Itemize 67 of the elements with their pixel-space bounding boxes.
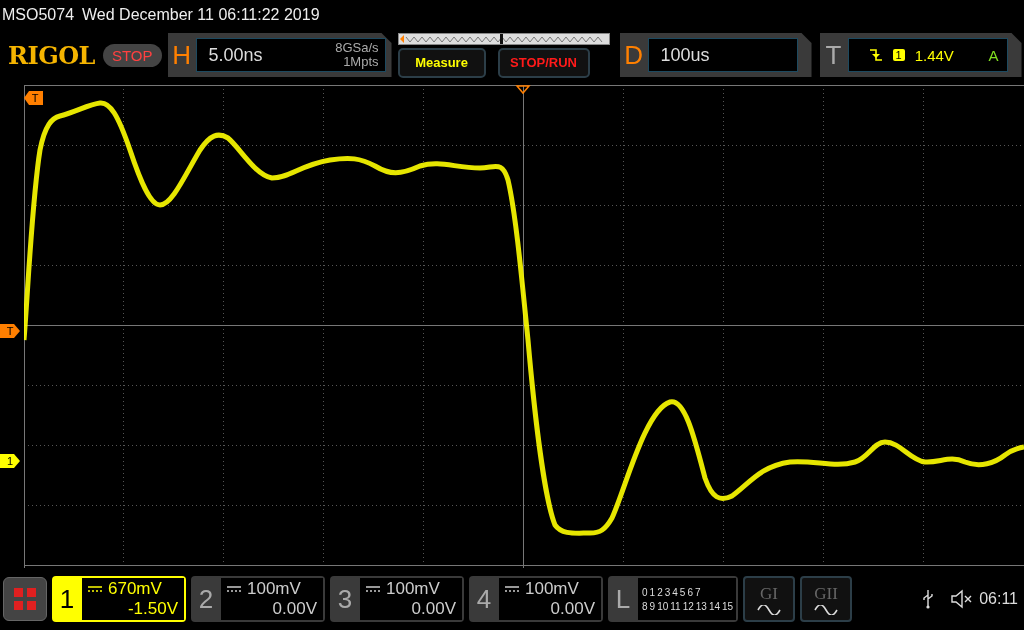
logic-bit-label: 13: [695, 600, 707, 612]
channel-number: 3: [336, 582, 354, 616]
model-name: MSO5074: [2, 6, 75, 24]
channel-offset: -1.50V: [127, 599, 178, 619]
trigger-position-icon: [515, 85, 531, 95]
sine-wave-icon: [814, 604, 838, 615]
trigger-source-badge: 1: [892, 49, 905, 61]
logic-bit-label: 15: [722, 600, 734, 612]
horizontal-label: H: [171, 39, 192, 71]
channel-offset: 0.00V: [411, 599, 456, 619]
channel-panel[interactable]: 3 100mV 0.00V: [330, 576, 464, 622]
trigger-panel[interactable]: T 1 1.44V A: [819, 33, 1022, 77]
channel-number: 4: [475, 582, 493, 616]
logic-bit-label: 7: [694, 586, 701, 598]
horizontal-panel[interactable]: H 5.00ns 8GSa/s 1Mpts: [167, 33, 392, 77]
trigger-mode: A: [988, 46, 999, 64]
dc-coupling-icon: [366, 586, 380, 592]
dc-coupling-icon: [505, 586, 519, 592]
run-state-badge: STOP: [102, 43, 162, 67]
channel-scale: 670mV: [108, 579, 162, 599]
trigger-marker[interactable]: T: [0, 324, 20, 338]
dc-coupling-icon: [227, 586, 241, 592]
channel-marker[interactable]: 1: [0, 454, 20, 468]
logic-bit-label: 8: [642, 600, 648, 612]
logic-bit-label: 12: [682, 600, 694, 612]
channel-number: 2: [197, 582, 215, 616]
memory-depth: 1Mpts: [343, 55, 379, 69]
logic-bit-label: 2: [657, 586, 663, 598]
channel-panel[interactable]: 2 100mV 0.00V: [191, 576, 325, 622]
delay-value: 100us: [660, 44, 710, 66]
falling-edge-icon: [868, 48, 883, 62]
sample-rate: 8GSa/s: [335, 41, 379, 55]
stop-run-button[interactable]: STOP/RUN: [497, 47, 590, 78]
logic-bit-label: 11: [670, 600, 681, 612]
channel-offset: 0.00V: [272, 599, 317, 619]
timebase-value: 5.00ns: [208, 44, 263, 66]
usb-icon: [923, 589, 934, 609]
delay-panel[interactable]: D 100us: [619, 33, 812, 77]
channel-scale: 100mV: [386, 579, 440, 599]
date-time: Wed December 11 06:11:22 2019: [82, 6, 320, 24]
channel-panel[interactable]: 1 670mV -1.50V: [52, 576, 186, 622]
delay-label: D: [623, 39, 644, 71]
logic-bit-label: 5: [679, 586, 686, 598]
channel-offset: 0.00V: [550, 599, 595, 619]
logic-label: L: [614, 582, 632, 616]
logic-bit-label: 6: [687, 586, 693, 598]
logic-bit-label: 4: [672, 586, 678, 598]
channel-scale: 100mV: [247, 579, 301, 599]
channel-panel[interactable]: 4 100mV 0.00V: [469, 576, 603, 622]
channel-number: 1: [58, 582, 76, 616]
logic-bit-label: 14: [708, 600, 720, 612]
logic-panel[interactable]: L 0 1 2 3 4 5 6 7 8 9 10 11 12 13 14 15: [608, 576, 738, 622]
menu-button[interactable]: [3, 577, 47, 621]
logic-bit-label: 3: [664, 586, 671, 598]
trigger-label: T: [824, 39, 843, 71]
sine-wave-icon: [757, 604, 781, 615]
logic-bit-label: 10: [657, 600, 669, 612]
logic-bit-label: 9: [649, 600, 656, 612]
trigger-level: 1.44V: [914, 46, 954, 64]
dc-coupling-icon: [88, 586, 102, 592]
measure-button[interactable]: Measure: [397, 47, 486, 78]
channel-scale: 100mV: [525, 579, 579, 599]
clock: 06:11: [979, 590, 1018, 608]
logic-bit-label: 1: [649, 586, 656, 598]
logic-bit-label: 0: [642, 586, 648, 598]
logo: RIGOL: [8, 40, 95, 70]
grid-icon: [13, 587, 37, 611]
